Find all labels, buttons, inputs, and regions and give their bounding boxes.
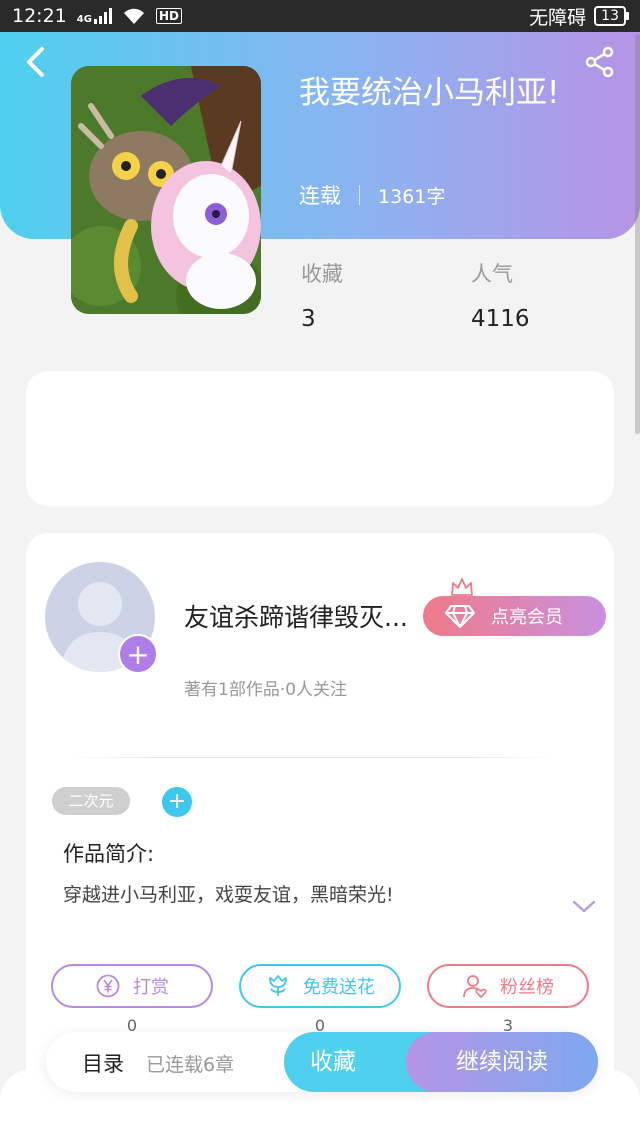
intro-heading: 作品简介: <box>63 842 155 866</box>
popularity-label: 人气 <box>471 262 513 286</box>
status-time: 12:21 <box>12 5 67 27</box>
vip-button[interactable]: 点亮会员 <box>423 596 606 636</box>
chapter-count: 已连载6章 <box>146 1054 235 1076</box>
battery-icon: 13 <box>594 6 629 26</box>
fan-ranking-label: 粉丝榜 <box>500 977 554 998</box>
follow-author-button[interactable]: + <box>118 634 158 674</box>
diamond-icon <box>445 605 475 628</box>
favorites-stat: 收藏 3 <box>301 258 343 332</box>
wifi-icon <box>123 8 144 24</box>
send-flower-label: 免费送花 <box>303 977 375 998</box>
chevron-down-icon[interactable] <box>570 894 598 918</box>
cover-art <box>71 66 261 314</box>
tip-button[interactable]: 打赏 <box>51 964 213 1008</box>
intro-text: 穿越进小马利亚，戏耍友谊，黑暗荣光! <box>63 884 394 906</box>
send-flower-button[interactable]: 免费送花 <box>239 964 401 1008</box>
book-title: 我要统治小马利亚! <box>299 75 560 111</box>
author-meta: 著有1部作品·0人关注 <box>184 680 348 700</box>
continue-reading-button[interactable]: 继续阅读 <box>406 1032 598 1092</box>
tip-button-label: 打赏 <box>133 977 169 998</box>
status-divider <box>359 185 360 205</box>
popularity-stat: 人气 4116 <box>471 258 530 332</box>
empty-card <box>26 371 614 506</box>
crown-icon <box>451 578 473 596</box>
serial-status: 连载 <box>299 184 341 208</box>
favorites-value: 3 <box>301 306 316 332</box>
back-icon[interactable] <box>20 44 52 80</box>
status-bar: 12:21 4G HD 无障碍 13 <box>0 0 640 32</box>
scrollbar[interactable] <box>635 34 640 434</box>
toc-button[interactable]: 目录 <box>82 1048 124 1078</box>
tag-item[interactable]: 二次元 <box>52 787 130 815</box>
network-type: 4G <box>76 14 92 25</box>
accessibility-label: 无障碍 <box>529 6 587 29</box>
network-icon: 4G <box>76 8 112 25</box>
book-status-row: 连载 1361字 <box>299 180 445 210</box>
user-heart-icon <box>463 975 487 999</box>
divider <box>66 757 556 758</box>
book-cover[interactable] <box>71 66 261 314</box>
author-name[interactable]: 友谊杀蹄谐律毁灭... <box>184 598 424 634</box>
vip-button-label: 点亮会员 <box>491 607 563 628</box>
flower-icon <box>269 975 287 996</box>
popularity-value: 4116 <box>471 306 530 332</box>
favorites-label: 收藏 <box>301 262 343 286</box>
add-tag-button[interactable]: + <box>162 787 192 817</box>
yen-coin-icon <box>96 974 120 998</box>
word-count: 1361字 <box>378 185 446 208</box>
fan-ranking-button[interactable]: 粉丝榜 <box>427 964 589 1008</box>
hd-badge: HD <box>155 8 182 24</box>
